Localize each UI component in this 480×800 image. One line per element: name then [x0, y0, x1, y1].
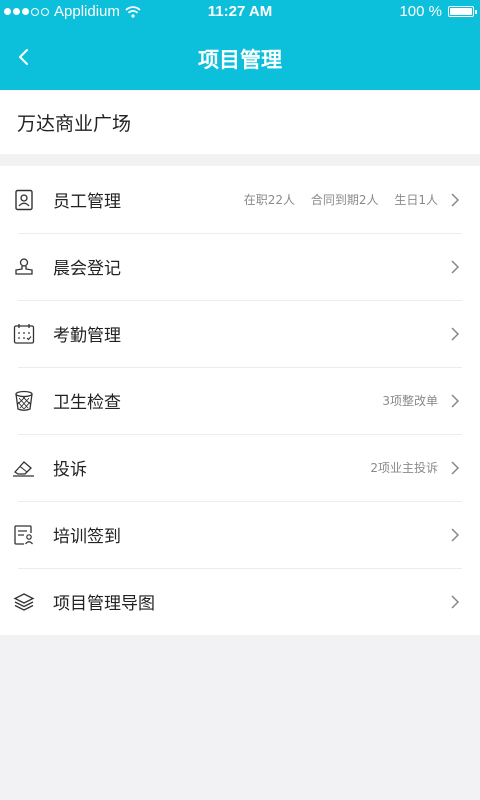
signin-form-icon: [12, 523, 36, 547]
menu-item-training[interactable]: 培训签到: [0, 501, 480, 568]
meta-contract-expiring: 合同到期2人: [310, 193, 379, 207]
menu-item-morning-meeting[interactable]: 晨会登记: [0, 233, 480, 300]
chevron-right-icon: [451, 460, 460, 475]
top-bar: Applidium 11:27 AM 100 % 项目管理: [0, 0, 480, 90]
chevron-right-icon: [451, 192, 460, 207]
menu-item-label: 晨会登记: [53, 259, 121, 279]
battery-icon: [448, 6, 477, 17]
menu-item-meta: 3项整改单: [370, 392, 438, 409]
layers-icon: [12, 590, 36, 614]
chevron-right-icon: [451, 594, 460, 609]
project-name-row[interactable]: 万达商业广场: [0, 90, 480, 154]
menu-item-label: 培训签到: [53, 527, 121, 547]
menu-item-label: 员工管理: [53, 192, 121, 212]
chevron-right-icon: [451, 393, 460, 408]
eraser-icon: [12, 456, 36, 480]
menu-item-hygiene[interactable]: 卫生检查 3项整改单: [0, 367, 480, 434]
trash-bin-icon: [12, 389, 36, 413]
menu-item-complaint[interactable]: 投诉 2项业主投诉: [0, 434, 480, 501]
menu-item-employee[interactable]: 员工管理 在职22人 合同到期2人 生日1人: [0, 166, 480, 233]
menu-item-label: 考勤管理: [53, 326, 121, 346]
project-name: 万达商业广场: [17, 112, 132, 135]
meta-birthday: 生日1人: [394, 193, 438, 207]
menu-item-attendance[interactable]: 考勤管理: [0, 300, 480, 367]
meta-employed: 在职22人: [243, 193, 296, 207]
employee-card-icon: [12, 188, 36, 212]
stamp-icon: [12, 255, 36, 279]
status-bar: Applidium 11:27 AM 100 %: [0, 0, 480, 24]
chevron-right-icon: [451, 326, 460, 341]
menu-list: 员工管理 在职22人 合同到期2人 生日1人 晨会登记 考勤管理 卫生检查 3项…: [0, 166, 480, 635]
menu-item-label: 投诉: [53, 460, 87, 480]
chevron-right-icon: [451, 259, 460, 274]
meta-owner-complaints: 2项业主投诉: [370, 461, 438, 475]
menu-item-project-map[interactable]: 项目管理导图: [0, 568, 480, 635]
status-right: 100 %: [399, 3, 477, 20]
meta-rectification: 3项整改单: [382, 394, 438, 408]
menu-item-label: 项目管理导图: [53, 594, 155, 614]
battery-percent: 100 %: [399, 3, 442, 20]
menu-item-meta: 在职22人 合同到期2人 生日1人: [232, 191, 438, 208]
calendar-icon: [12, 322, 36, 346]
page-title: 项目管理: [198, 48, 282, 72]
menu-item-meta: 2项业主投诉: [358, 459, 438, 476]
nav-bar: 项目管理: [0, 24, 480, 90]
menu-item-label: 卫生检查: [53, 393, 121, 413]
chevron-right-icon: [451, 527, 460, 542]
